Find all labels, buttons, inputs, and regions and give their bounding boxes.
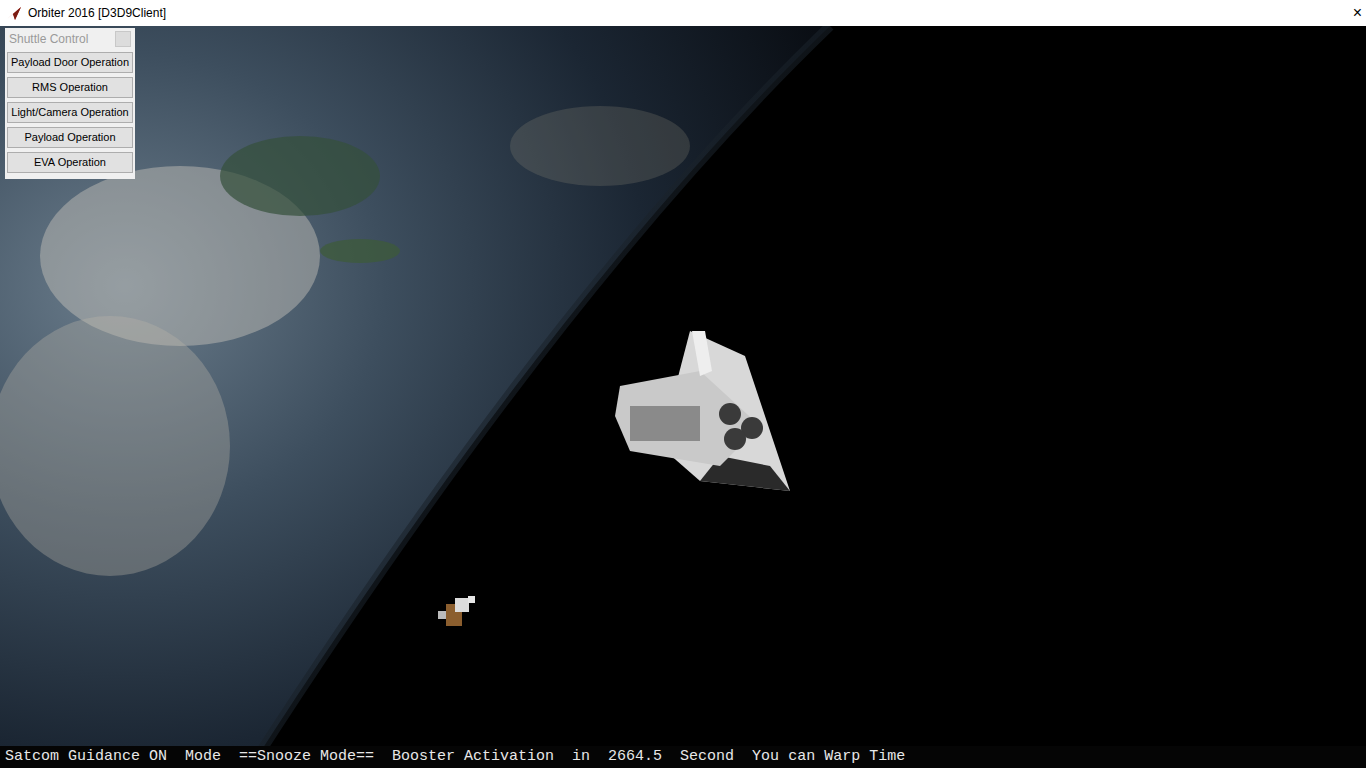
window-title: Orbiter 2016 [D3D9Client]	[28, 4, 1347, 22]
panel-button[interactable]: Payload Door Operation	[7, 52, 133, 73]
orbiter-logo-icon	[6, 5, 22, 21]
space-scene	[0, 26, 1366, 768]
panel-button[interactable]: Light/Camera Operation	[7, 102, 133, 123]
space-shuttle	[615, 331, 790, 491]
status-bar: Satcom Guidance ON Mode ==Snooze Mode== …	[0, 746, 1366, 768]
panel-button[interactable]: RMS Operation	[7, 77, 133, 98]
viewport: Shuttle Control Payload Door Operation RMS…	[0, 26, 1366, 768]
satellite	[438, 596, 475, 626]
close-button[interactable]: ×	[1353, 5, 1362, 21]
panel-header: Shuttle Control	[7, 28, 133, 50]
panel-button[interactable]: Payload Operation	[7, 127, 133, 148]
status-text: Satcom Guidance ON Mode ==Snooze Mode== …	[5, 746, 905, 768]
panel-close-box[interactable]	[115, 31, 131, 47]
panel-button[interactable]: EVA Operation	[7, 152, 133, 173]
orbiter-window: Orbiter 2016 [D3D9Client] × Shuttle Contro…	[0, 0, 1366, 768]
title-bar: Orbiter 2016 [D3D9Client] ×	[0, 0, 1366, 26]
panel-title: Shuttle Control	[9, 30, 115, 48]
shuttle-control-panel: Shuttle Control Payload Door Operation RMS…	[5, 28, 135, 179]
